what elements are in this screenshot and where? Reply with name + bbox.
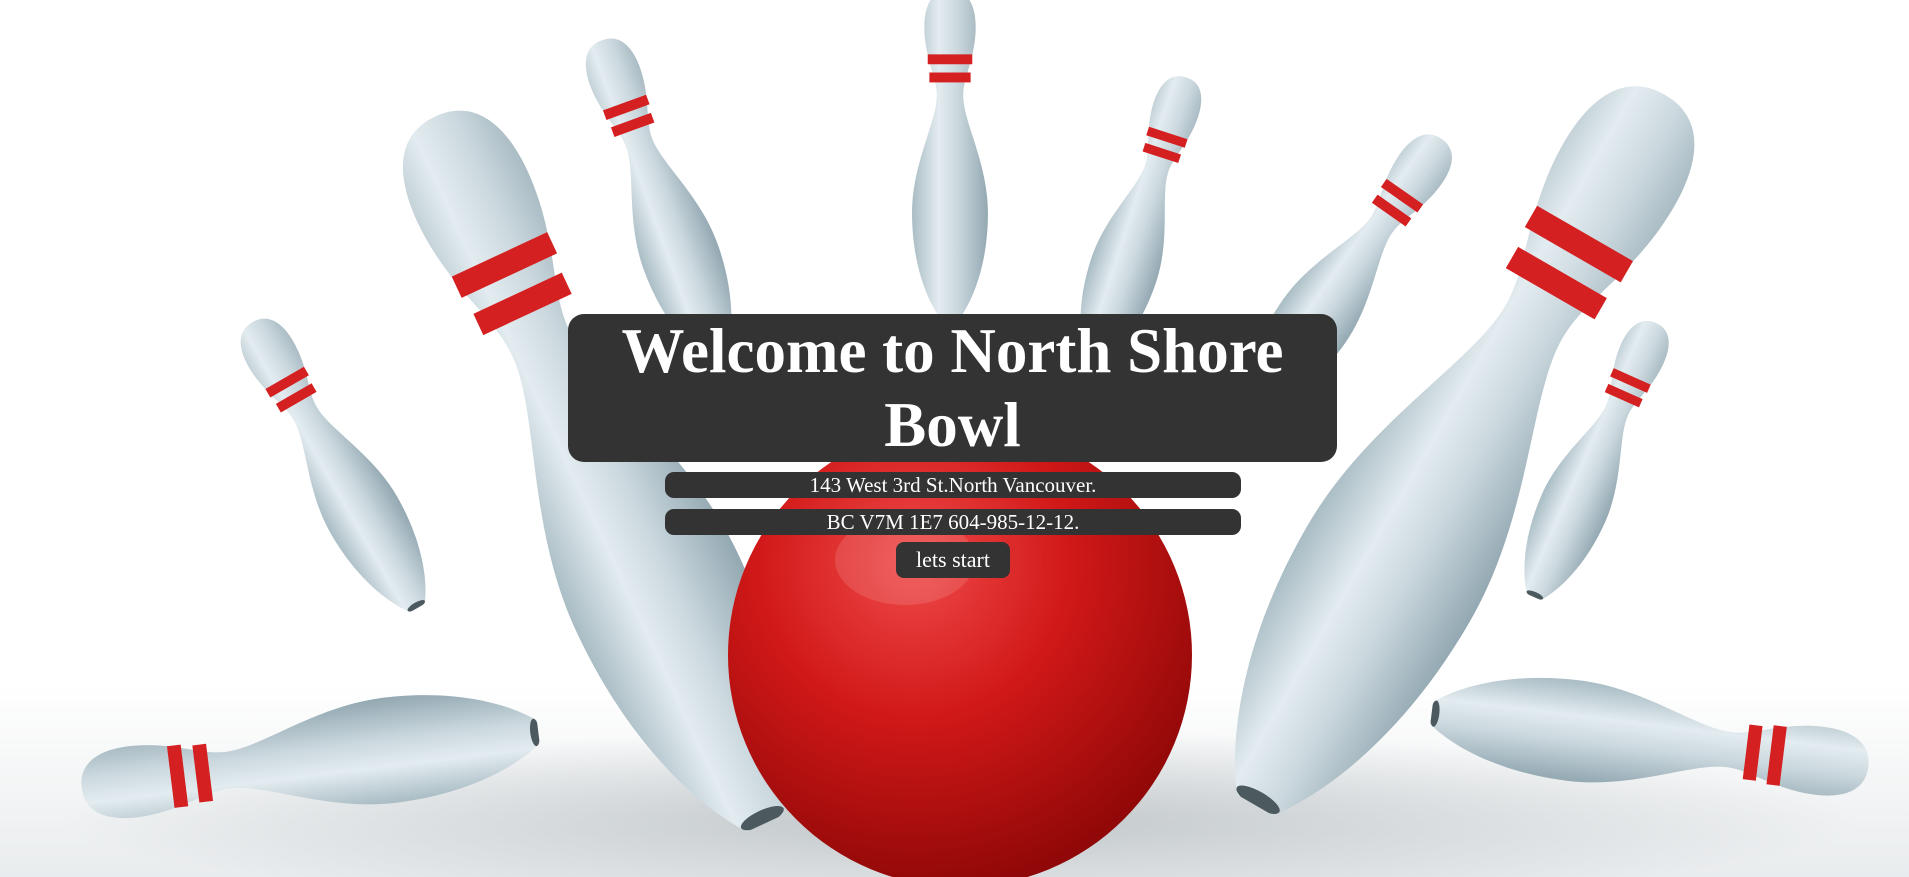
lets-start-button[interactable]: lets start <box>896 542 1010 578</box>
page-title: Welcome to North Shore Bowl <box>621 316 1284 460</box>
address-line-2: BC V7M 1E7 604-985-12-12. <box>665 509 1241 535</box>
hero-overlay: Welcome to North Shore Bowl 143 West 3rd… <box>0 0 1909 877</box>
title-panel: Welcome to North Shore Bowl <box>568 314 1337 462</box>
address-line-1: 143 West 3rd St.North Vancouver. <box>665 472 1241 498</box>
landing-page: Welcome to North Shore Bowl 143 West 3rd… <box>0 0 1909 877</box>
